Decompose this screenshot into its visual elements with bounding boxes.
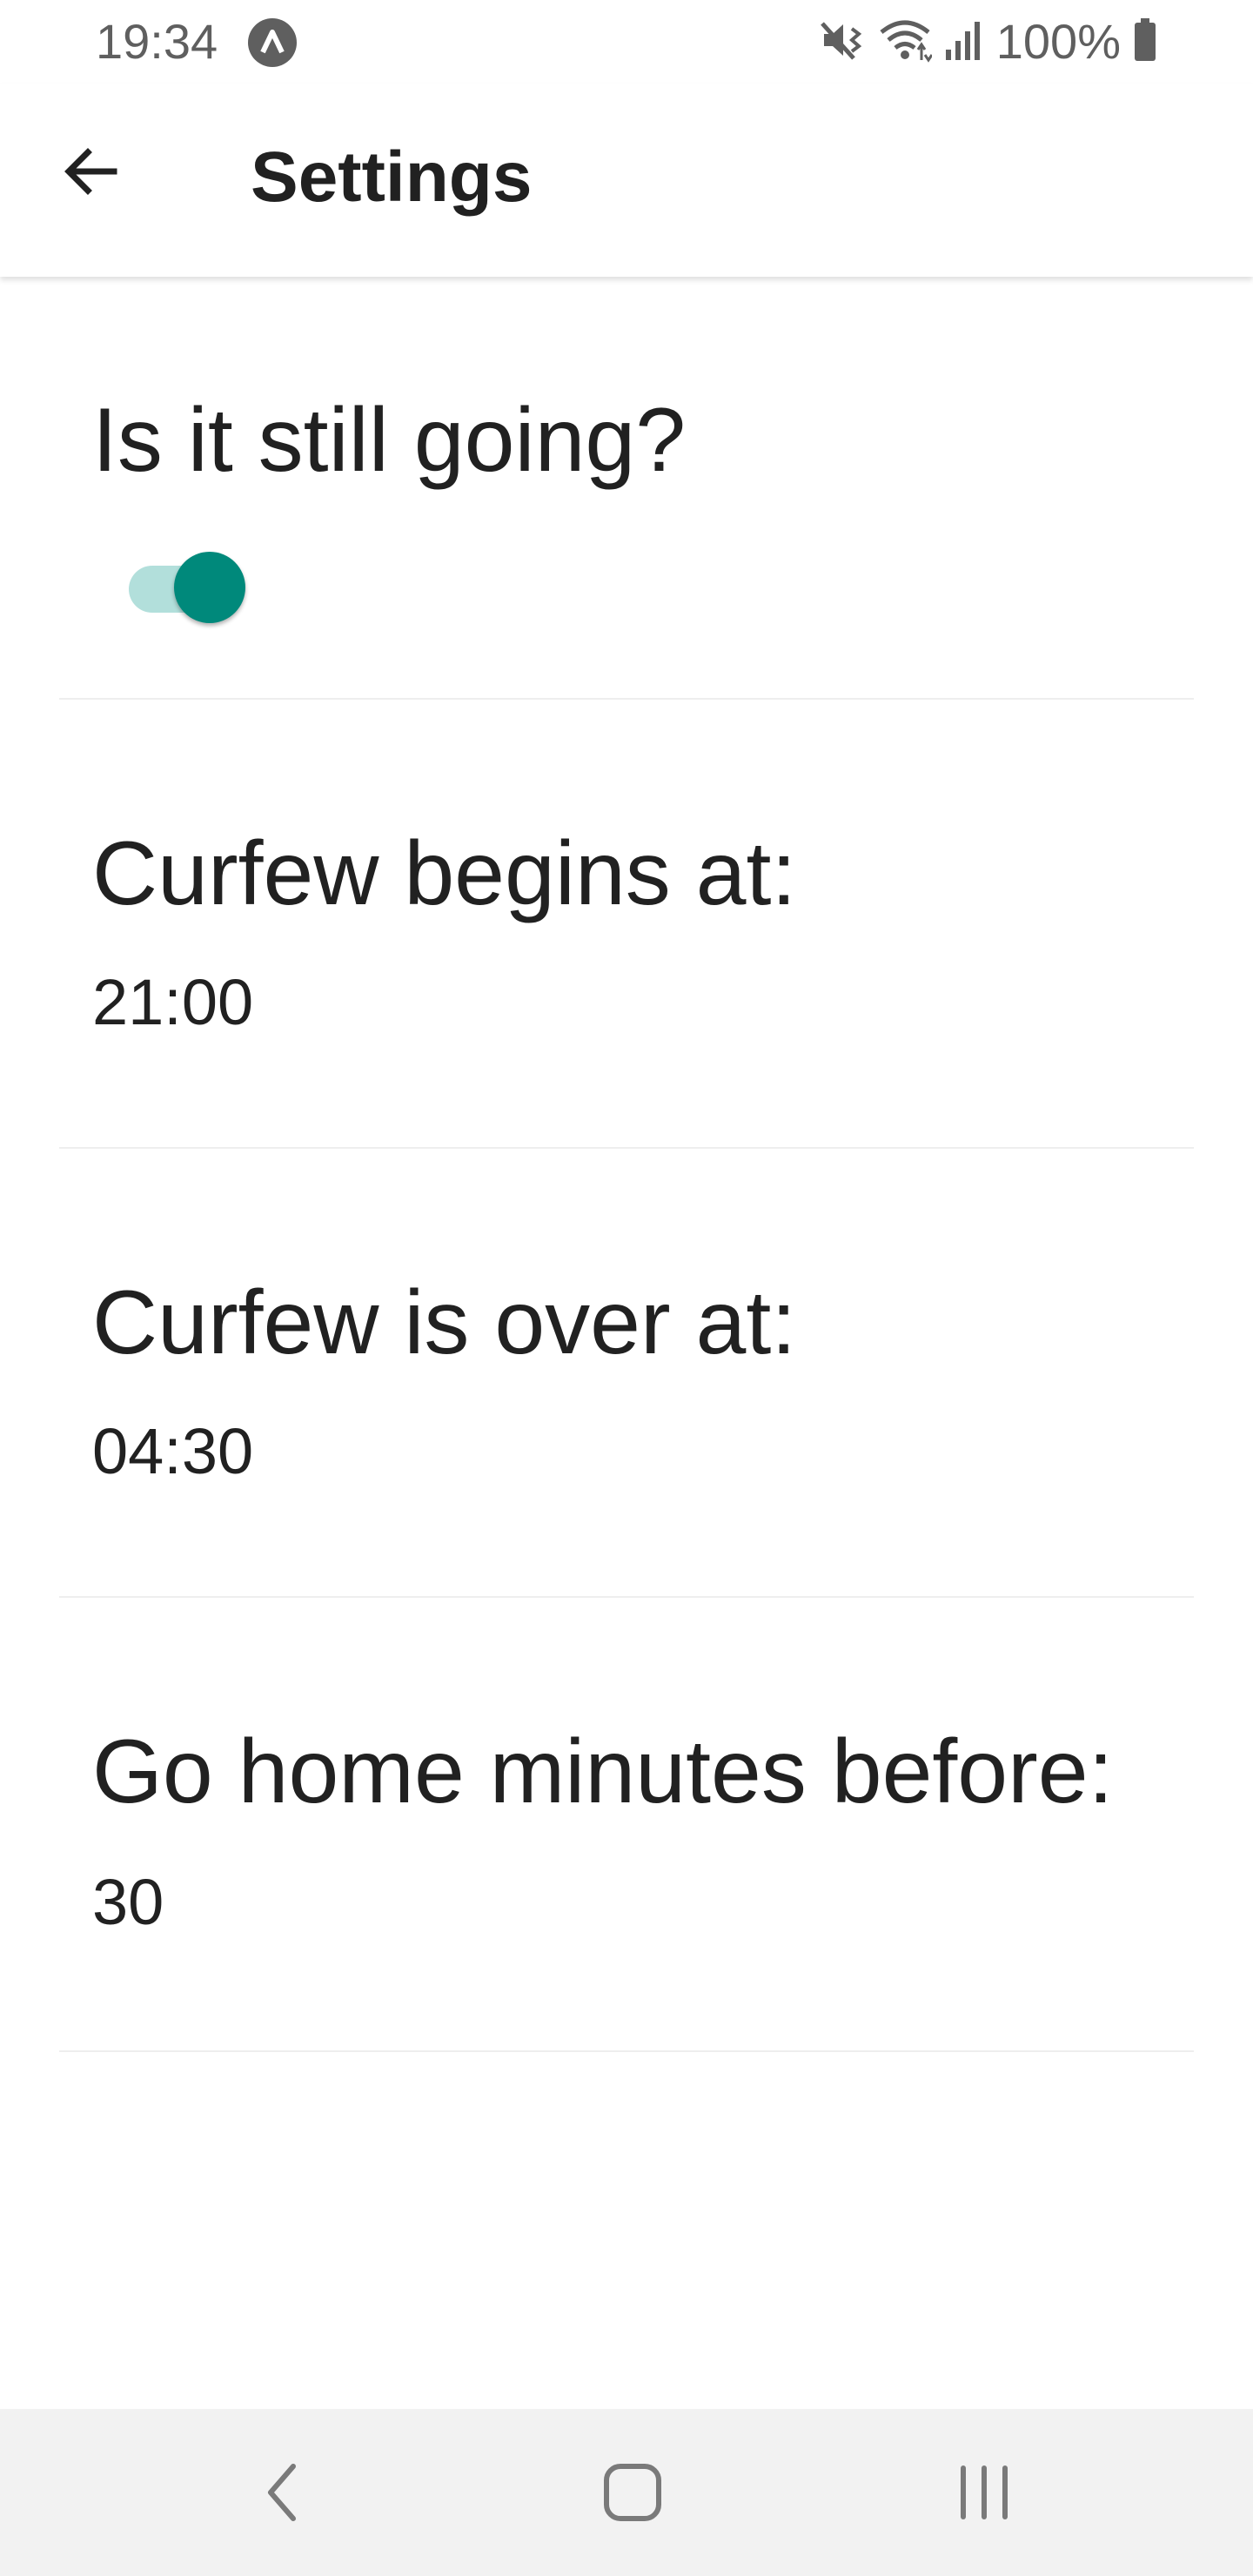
- setting-go-home-label: Go home minutes before:: [92, 1721, 1114, 1822]
- nav-home-button[interactable]: [576, 2440, 689, 2545]
- battery-icon: [1133, 17, 1157, 68]
- nav-recents-button[interactable]: [928, 2440, 1041, 2545]
- status-bar: 19:34 100%: [0, 0, 1253, 84]
- mute-vibrate-icon: [819, 17, 866, 68]
- app-notification-icon: [247, 17, 298, 68]
- setting-curfew-begins-value: 21:00: [92, 966, 254, 1038]
- page-title: Settings: [251, 138, 533, 217]
- system-nav-bar: [0, 2409, 1253, 2576]
- back-button[interactable]: [44, 124, 139, 219]
- setting-curfew-over[interactable]: Curfew is over at: 04:30: [59, 1149, 1194, 1598]
- signal-icon: [944, 17, 984, 68]
- status-time: 19:34: [96, 14, 218, 69]
- setting-still-going[interactable]: Is it still going?: [59, 280, 1194, 700]
- setting-curfew-over-label: Curfew is over at:: [92, 1272, 797, 1373]
- wifi-icon: [878, 17, 934, 68]
- app-bar: Settings: [0, 84, 1253, 277]
- still-going-toggle[interactable]: [129, 545, 245, 623]
- setting-go-home-value: 30: [92, 1866, 164, 1938]
- back-icon: [268, 2464, 296, 2521]
- home-icon: [604, 2464, 661, 2521]
- setting-go-home[interactable]: Go home minutes before: 30: [59, 1598, 1194, 2052]
- settings-list: Is it still going? Curfew begins at: 21:…: [0, 280, 1253, 2052]
- nav-back-button[interactable]: [226, 2440, 339, 2545]
- toggle-thumb: [174, 552, 245, 623]
- arrow-back-icon: [64, 148, 117, 195]
- status-icons: 100%: [819, 12, 1157, 71]
- setting-curfew-begins-label: Curfew begins at:: [92, 823, 797, 924]
- settings-screen: 19:34 100% Settings Is it still going? C…: [0, 0, 1253, 2576]
- setting-curfew-over-value: 04:30: [92, 1415, 254, 1487]
- recents-icon: [961, 2465, 1008, 2519]
- setting-still-going-label: Is it still going?: [92, 390, 687, 491]
- setting-curfew-begins[interactable]: Curfew begins at: 21:00: [59, 700, 1194, 1149]
- battery-percentage: 100%: [995, 14, 1121, 69]
